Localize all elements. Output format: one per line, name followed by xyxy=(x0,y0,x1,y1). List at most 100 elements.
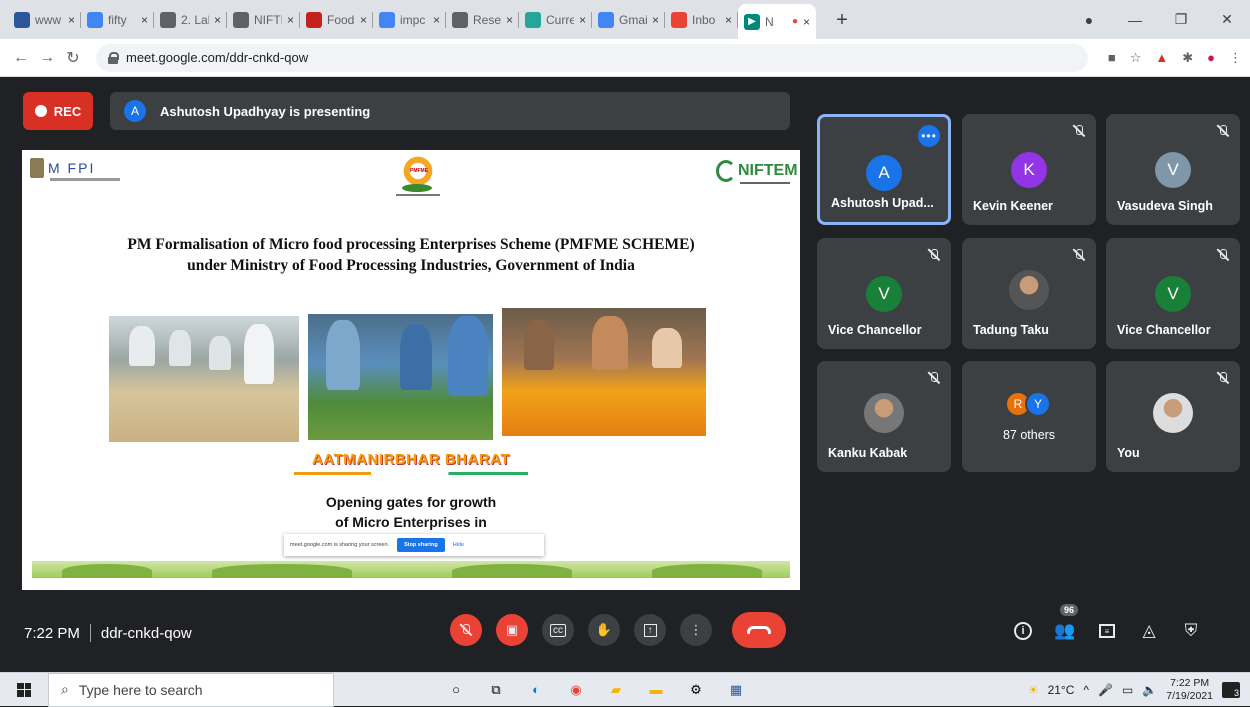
slides-icon xyxy=(306,12,322,28)
google-icon xyxy=(598,12,614,28)
forward-button[interactable]: → xyxy=(34,49,60,67)
chrome-profile-icon[interactable]: ● xyxy=(1066,12,1112,28)
cashew-processing-photo xyxy=(109,316,299,442)
tab-close-icon[interactable]: × xyxy=(287,13,294,27)
tab-close-icon[interactable]: × xyxy=(141,13,148,27)
more-options-icon[interactable]: ••• xyxy=(918,125,940,147)
participant-tile[interactable]: V Vice Chancellor xyxy=(1106,238,1240,349)
avatar xyxy=(1153,393,1193,433)
chrome-menu-icon[interactable]: ⋮ xyxy=(1229,50,1242,66)
address-bar[interactable]: meet.google.com/ddr-cnkd-qow xyxy=(96,43,1088,72)
show-hidden-icons[interactable]: ^ xyxy=(1083,683,1089,697)
recording-indicator[interactable]: REC xyxy=(23,92,93,130)
notification-center-button[interactable]: 3 xyxy=(1222,682,1240,698)
extension-pdf-icon[interactable]: ▲ xyxy=(1155,50,1168,65)
mic-toggle-button[interactable] xyxy=(450,614,482,646)
participant-tile[interactable]: R Y 87 others xyxy=(962,361,1096,472)
participant-tile[interactable]: V Vasudeva Singh xyxy=(1106,114,1240,225)
browser-tab[interactable]: Food × xyxy=(300,4,373,36)
file-explorer-icon[interactable]: ▬ xyxy=(646,680,666,700)
avatar: V xyxy=(1155,276,1191,312)
puzzle-icon[interactable]: ✱ xyxy=(1182,50,1193,66)
sticky-notes-icon[interactable]: ▰ xyxy=(606,680,626,700)
avatar: V xyxy=(1155,152,1191,188)
weather-icon[interactable]: ☀ xyxy=(1028,683,1039,697)
present-button[interactable]: ↑ xyxy=(634,614,666,646)
taskbar-clock[interactable]: 7:22 PM 7/19/2021 xyxy=(1166,677,1213,703)
settings-gear-icon[interactable]: ⚙ xyxy=(686,680,706,700)
word-icon[interactable]: ▦ xyxy=(726,680,746,700)
taskbar-search[interactable]: ⌕ Type here to search xyxy=(48,672,334,707)
participant-tile[interactable]: K Kevin Keener xyxy=(962,114,1096,225)
captions-button[interactable]: cc xyxy=(542,614,574,646)
temperature: 21°C xyxy=(1047,683,1075,697)
minimize-button[interactable]: — xyxy=(1112,12,1158,28)
network-icon[interactable]: ▭ xyxy=(1122,683,1133,697)
tab-close-icon[interactable]: × xyxy=(360,13,367,27)
tab-close-icon[interactable]: × xyxy=(579,13,586,27)
more-options-button[interactable]: ⋮ xyxy=(680,614,712,646)
volume-icon[interactable]: 🔈 xyxy=(1142,683,1157,697)
globe-icon xyxy=(452,12,468,28)
leave-call-button[interactable] xyxy=(732,612,786,648)
edge-icon[interactable]: ◐ xyxy=(526,680,546,700)
browser-tab[interactable]: impc × xyxy=(373,4,446,36)
browser-tab[interactable]: NIFTI × xyxy=(227,4,300,36)
people-button[interactable]: 96 👥 xyxy=(1052,604,1079,644)
tab-close-icon[interactable]: × xyxy=(725,13,732,27)
avatar: K xyxy=(1011,152,1047,188)
meeting-details-button[interactable]: i xyxy=(1010,618,1036,644)
muted-mic-icon xyxy=(1072,248,1086,262)
muted-mic-icon xyxy=(1216,371,1230,385)
host-controls-button[interactable]: ⛨ xyxy=(1178,618,1204,644)
browser-tab[interactable]: Curre × xyxy=(519,4,592,36)
chat-button[interactable]: ≡ xyxy=(1094,618,1120,644)
slide-subtitle: Opening gates for growth of Micro Enterp… xyxy=(325,494,497,530)
browser-tab[interactable]: www × xyxy=(8,4,81,36)
tab-google-meet[interactable]: ▶ N ● × xyxy=(738,4,816,39)
hand-icon: ✋ xyxy=(595,622,613,637)
camera-toggle-button[interactable]: ▣ xyxy=(496,614,528,646)
participant-tile[interactable]: Kanku Kabak xyxy=(817,361,951,472)
new-tab-button[interactable]: + xyxy=(828,6,856,34)
participant-name: 87 others xyxy=(1002,428,1056,442)
bookmark-star-icon[interactable]: ☆ xyxy=(1130,50,1142,66)
tab-close-icon[interactable]: × xyxy=(506,13,513,27)
stop-sharing-button[interactable]: Stop sharing xyxy=(397,538,445,552)
tab-close-icon[interactable]: × xyxy=(652,13,659,27)
browser-tab[interactable]: Rese × xyxy=(446,4,519,36)
maximize-button[interactable]: ❐ xyxy=(1158,11,1204,28)
browser-tab[interactable]: Inbo × xyxy=(665,4,738,36)
browser-tab[interactable]: fifty × xyxy=(81,4,154,36)
participant-tile[interactable]: Tadung Taku xyxy=(962,238,1096,349)
participant-tile[interactable]: V Vice Chancellor xyxy=(817,238,951,349)
activities-button[interactable]: ◬ xyxy=(1136,618,1162,644)
microphone-icon[interactable]: 🎤 xyxy=(1098,683,1113,697)
meeting-info: 7:22 PM ddr-cnkd-qow xyxy=(24,624,192,642)
participant-tile[interactable]: A Ashutosh Upad... ••• xyxy=(817,114,951,225)
profile-avatar-icon[interactable]: ● xyxy=(1207,50,1215,65)
hide-button[interactable]: Hide xyxy=(453,542,464,548)
cortana-icon[interactable]: ○ xyxy=(446,680,466,700)
reload-button[interactable]: ↻ xyxy=(60,48,86,68)
window-controls: ● — ❐ ✕ xyxy=(1066,0,1250,39)
start-button[interactable] xyxy=(0,673,48,707)
windows-taskbar: ⌕ Type here to search ○ ⧉ ◐ ◉ ▰ ▬ ⚙ ▦ ☀ … xyxy=(0,672,1250,707)
close-window-button[interactable]: ✕ xyxy=(1204,11,1250,28)
participant-name: Kanku Kabak xyxy=(828,446,908,460)
participant-tile[interactable]: You xyxy=(1106,361,1240,472)
mofpi-logo: M FPI xyxy=(30,158,95,178)
tab-close-icon[interactable]: × xyxy=(214,13,221,27)
raise-hand-button[interactable]: ✋ xyxy=(588,614,620,646)
lock-icon xyxy=(108,51,119,64)
participant-name: Kevin Keener xyxy=(973,199,1053,213)
task-view-icon[interactable]: ⧉ xyxy=(486,680,506,700)
tab-close-icon[interactable]: × xyxy=(433,13,440,27)
tab-close-icon[interactable]: × xyxy=(68,13,75,27)
back-button[interactable]: ← xyxy=(8,49,34,67)
tab-close-icon[interactable]: × xyxy=(803,15,810,29)
chrome-icon[interactable]: ◉ xyxy=(566,680,586,700)
camera-icon[interactable]: ■ xyxy=(1108,50,1116,65)
browser-tab[interactable]: Gmai × xyxy=(592,4,665,36)
browser-tab[interactable]: 2. Lal × xyxy=(154,4,227,36)
